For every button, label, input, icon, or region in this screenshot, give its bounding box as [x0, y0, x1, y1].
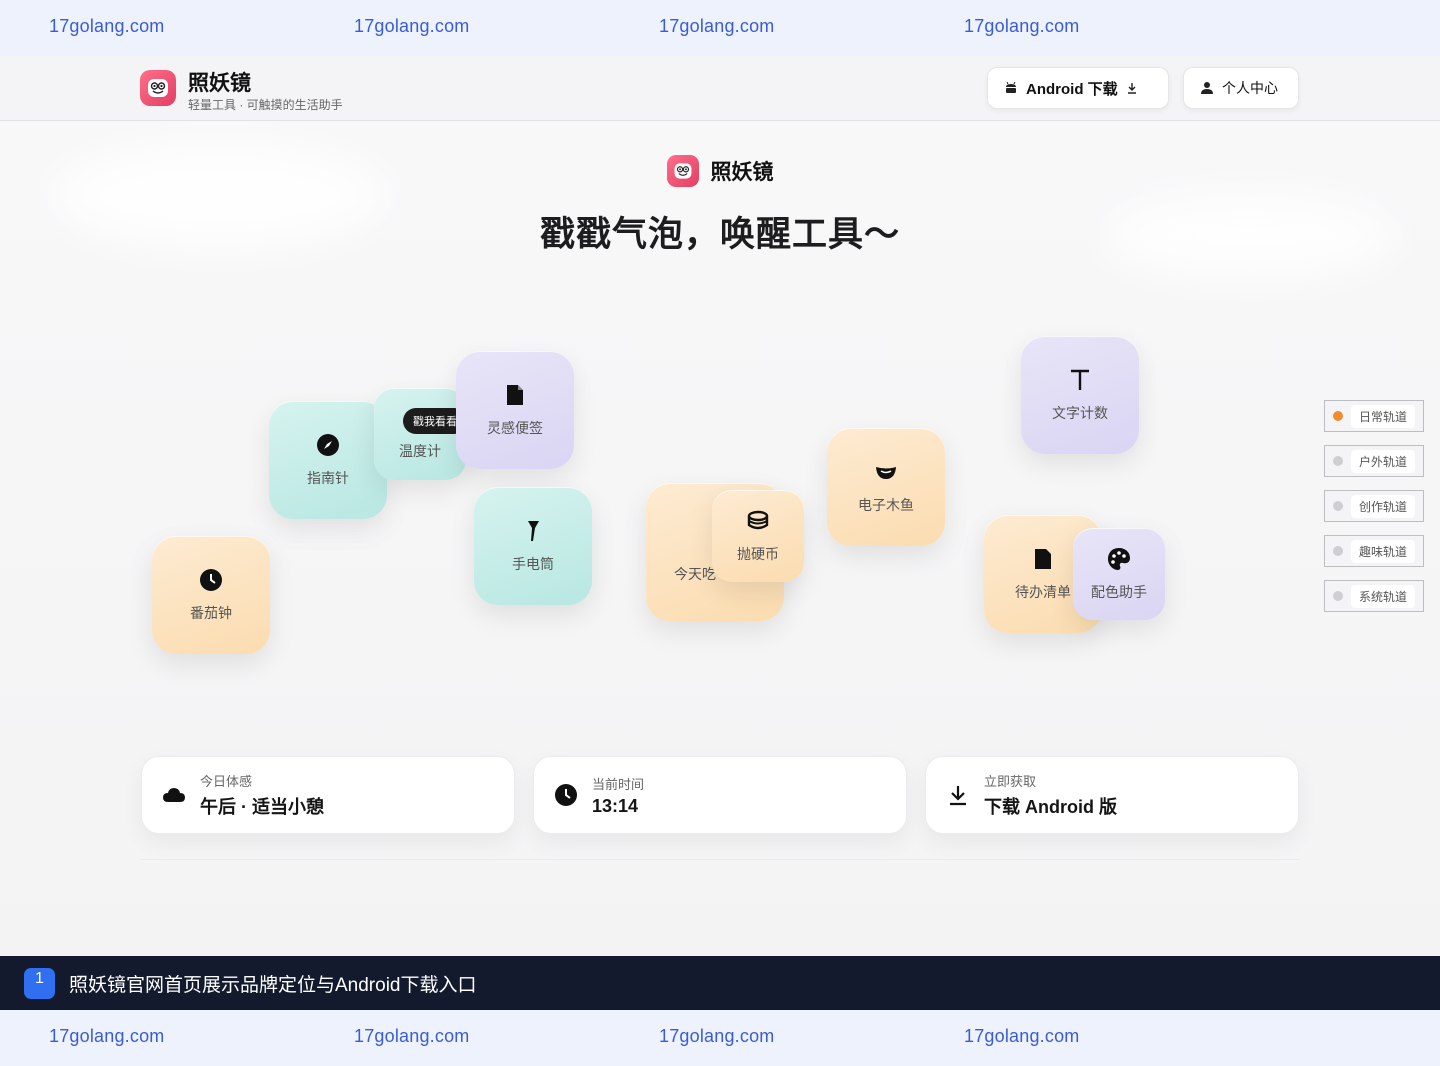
bubble-label: 手电筒: [512, 556, 554, 572]
site-header: 照妖镜 轻量工具 · 可触摸的生活助手 Android 下载 个人中心: [0, 56, 1440, 121]
flashlight-icon: [528, 521, 539, 541]
watermark-text: 17golang.com: [354, 16, 470, 36]
watermark-text: 17golang.com: [659, 16, 775, 36]
rail-indicator: [1333, 456, 1343, 466]
android-download-label: Android 下载: [1026, 80, 1118, 98]
coin-icon: [747, 510, 769, 530]
download-icon: [950, 786, 966, 806]
android-download-button[interactable]: Android 下载: [987, 67, 1169, 109]
bubble-stage: 照妖镜 戳戳气泡，唤醒工具～ 指南针 温度计 戳我看看 灵感便签 手电筒 番茄钟…: [0, 121, 1440, 956]
bubble-palette[interactable]: 配色助手: [1073, 528, 1165, 620]
bubble-label: 温度计: [399, 443, 441, 459]
app-logo-icon[interactable]: [140, 70, 176, 106]
rail-label: 创作轨道: [1351, 494, 1416, 518]
hero-title: 戳戳气泡，唤醒工具～: [539, 215, 900, 254]
bubble-compass[interactable]: 指南针: [269, 401, 387, 519]
hero-logo-icon: [666, 155, 699, 187]
watermark-text: 17golang.com: [49, 1026, 165, 1046]
rail-daily[interactable]: 日常轨道: [1324, 400, 1424, 432]
rail-label: 趣味轨道: [1351, 539, 1416, 563]
bubble-label: 抛硬币: [737, 546, 779, 562]
rail-indicator-active: [1333, 411, 1343, 421]
document-icon: [1035, 549, 1051, 569]
text-icon: [1071, 369, 1089, 390]
watermark-text: 17golang.com: [659, 1026, 775, 1046]
mood-card: 今日体感 午后 · 适当小憩: [141, 756, 515, 834]
bubble-woodfish[interactable]: 电子木鱼: [827, 428, 945, 546]
app-name: 照妖镜: [188, 72, 251, 95]
clock-icon: [200, 569, 222, 591]
download-card[interactable]: 立即获取 下载 Android 版: [925, 756, 1299, 834]
bubble-coin[interactable]: 抛硬币: [712, 490, 804, 582]
hero-brand: 照妖镜: [0, 155, 1440, 187]
watermark-text: 17golang.com: [964, 1026, 1080, 1046]
rail-creative[interactable]: 创作轨道: [1324, 490, 1424, 522]
caption-text: 照妖镜官网首页展示品牌定位与Android下载入口: [69, 974, 477, 996]
bubble-pomodoro[interactable]: 番茄钟: [152, 536, 270, 654]
rail-indicator: [1333, 591, 1343, 601]
app-tagline: 轻量工具 · 可触摸的生活助手: [188, 98, 343, 112]
rail-label: 户外轨道: [1351, 449, 1416, 473]
profile-label: 个人中心: [1222, 80, 1278, 96]
rail-system[interactable]: 系统轨道: [1324, 580, 1424, 612]
bubble-label: 文字计数: [1052, 405, 1108, 421]
android-icon: [1006, 81, 1016, 93]
cloud-icon: [163, 788, 185, 802]
time-card: 当前时间 13:14: [533, 756, 907, 834]
caption-number: 1: [24, 967, 55, 999]
rail-outdoor[interactable]: 户外轨道: [1324, 445, 1424, 477]
bubble-notes[interactable]: 灵感便签: [456, 351, 574, 469]
download-icon: [1127, 83, 1136, 94]
bubble-wordcount[interactable]: 文字计数: [1021, 336, 1139, 454]
download-value: 下载 Android 版: [984, 797, 1117, 817]
rail-fun[interactable]: 趣味轨道: [1324, 535, 1424, 567]
watermark-bar-bottom: 17golang.com 17golang.com 17golang.com 1…: [0, 1010, 1440, 1066]
user-icon: [1201, 82, 1213, 94]
compass-icon: [317, 434, 339, 456]
divider: [140, 859, 1300, 860]
time-label: 当前时间: [592, 776, 645, 792]
mood-value: 午后 · 适当小憩: [200, 797, 324, 817]
bubble-label: 灵感便签: [487, 420, 543, 436]
bubble-flashlight[interactable]: 手电筒: [474, 487, 592, 605]
palette-icon: [1108, 548, 1130, 570]
watermark-text: 17golang.com: [964, 16, 1080, 36]
rail-label: 日常轨道: [1351, 404, 1416, 428]
download-label: 立即获取: [984, 774, 1037, 789]
watermark-text: 17golang.com: [49, 16, 165, 36]
mood-label: 今日体感: [200, 774, 253, 789]
rail-indicator: [1333, 501, 1343, 511]
watermark-text: 17golang.com: [354, 1026, 470, 1046]
time-value: 13:14: [592, 795, 639, 816]
bubble-thermometer[interactable]: 温度计 戳我看看: [374, 388, 467, 480]
watermark-bar-top: 17golang.com 17golang.com 17golang.com 1…: [0, 0, 1440, 56]
rail-label: 系统轨道: [1351, 584, 1416, 608]
clock-icon: [555, 784, 577, 806]
hero-name: 照妖镜: [710, 161, 774, 184]
bubble-label: 番茄钟: [190, 605, 232, 621]
bubble-label: 配色助手: [1091, 584, 1147, 600]
profile-button[interactable]: 个人中心: [1183, 67, 1299, 109]
bubble-label: 电子木鱼: [858, 497, 914, 513]
bubble-label: 今天吃: [674, 566, 716, 582]
rail-indicator: [1333, 546, 1343, 556]
note-icon: [507, 385, 523, 405]
bubble-label: 指南针: [307, 470, 349, 486]
bubble-label: 待办清单: [1015, 584, 1071, 600]
caption-bar: 1 照妖镜官网首页展示品牌定位与Android下载入口: [0, 956, 1440, 1010]
wooden-fish-icon: [876, 467, 896, 479]
